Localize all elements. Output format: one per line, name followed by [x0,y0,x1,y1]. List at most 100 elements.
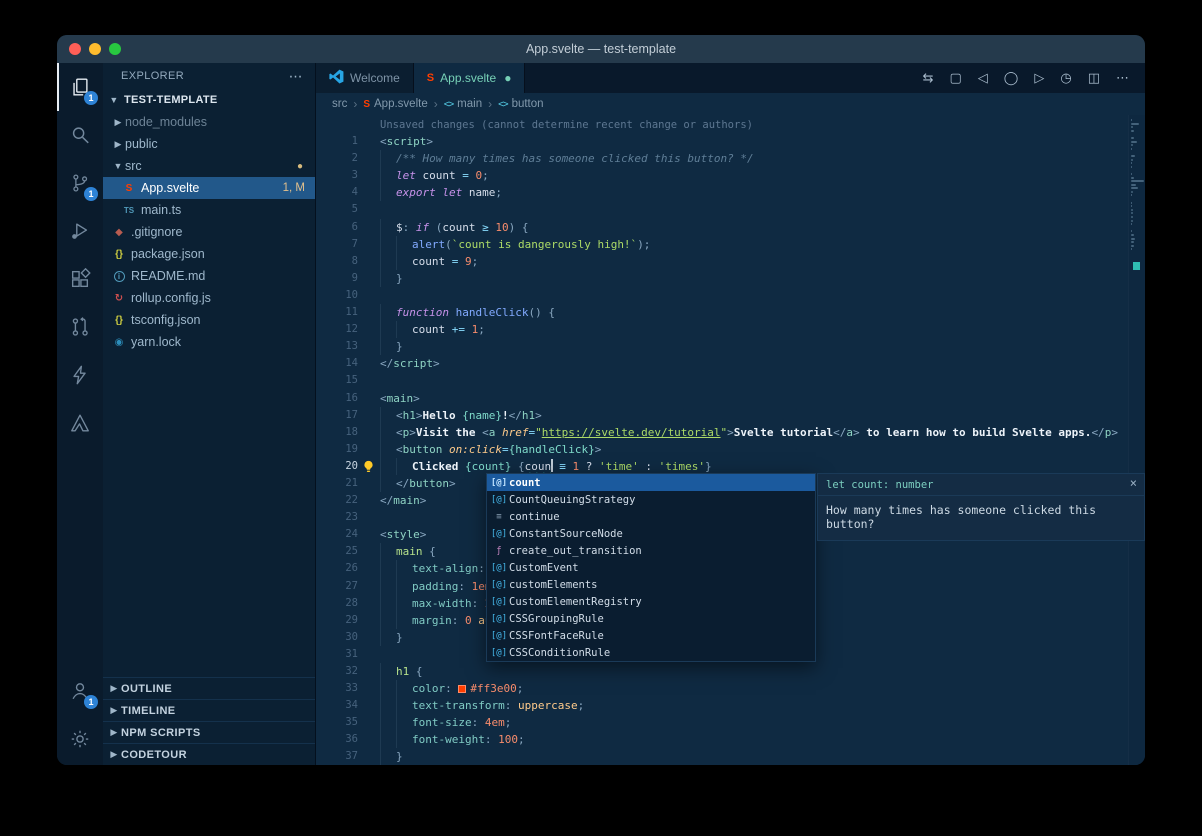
code-line-37[interactable]: 37} [316,748,1145,765]
code-line-10[interactable]: 10 [316,287,1145,304]
code-line-7[interactable]: 7alert(`count is dangerously high!`); [316,236,1145,253]
activity-item-github-pull-requests[interactable] [57,303,103,351]
file-row-rollup.config.js[interactable]: ↻rollup.config.js [103,287,315,309]
activity-item-settings[interactable] [57,715,103,763]
code-line-14[interactable]: 14</script> [316,355,1145,372]
open-file-icon[interactable]: ▢ [950,70,962,86]
code-line-12[interactable]: 12count += 1; [316,321,1145,338]
code-line-4[interactable]: 4export let name; [316,184,1145,201]
breadcrumb-item-app-svelte[interactable]: SApp.svelte [363,98,427,110]
code-line-8[interactable]: 8count = 9; [316,253,1145,270]
folder-row-src[interactable]: ▼src● [103,155,315,177]
code-line-16[interactable]: 16<main> [316,390,1145,407]
tab-app-svelte[interactable]: SApp.svelte● [414,63,526,93]
suggestion-item-CSSConditionRule[interactable]: [@]CSSConditionRule [487,644,815,661]
nav-back-icon[interactable]: ◁ [978,70,988,86]
zoom-window-button[interactable] [109,43,121,55]
minimap-line [1131,144,1133,146]
code-token: Hello [423,409,463,422]
minimize-window-button[interactable] [89,43,101,55]
code-line-5[interactable]: 5 [316,201,1145,218]
activity-item-remote[interactable] [57,351,103,399]
suggestion-item-CountQueuingStrategy[interactable]: [@]CountQueuingStrategy [487,491,815,508]
code-line-3[interactable]: 3let count = 0; [316,167,1145,184]
more-actions-icon[interactable]: ⋯ [289,68,303,85]
split-editor-icon[interactable]: ◫ [1088,70,1100,86]
code-line-11[interactable]: 11function handleClick() { [316,304,1145,321]
file-row-.gitignore[interactable]: ◆.gitignore [103,221,315,243]
minimap-line [1131,230,1132,232]
nav-forward-icon[interactable]: ▷ [1034,70,1044,86]
activity-item-explorer[interactable]: 1 [57,63,103,111]
file-row-yarn.lock[interactable]: ◉yarn.lock [103,331,315,353]
history-icon[interactable]: ◷ [1060,70,1071,86]
sidebar-panel-npm-scripts[interactable]: ▶NPM SCRIPTS [103,721,315,743]
activity-item-extensions[interactable] [57,255,103,303]
code-line-18[interactable]: 18<p>Visit the <a href="https://svelte.d… [316,424,1145,441]
breadcrumb: src›SApp.svelte›<>main›<>button [316,93,1145,115]
file-row-README.md[interactable]: iREADME.md [103,265,315,287]
more-actions-icon[interactable]: ⋯ [1116,70,1129,86]
activity-item-search[interactable] [57,111,103,159]
close-icon[interactable]: × [1130,476,1137,490]
code-line-34[interactable]: 34text-transform: uppercase; [316,697,1145,714]
open-changes-icon[interactable]: ⇆ [923,70,934,86]
code-token: 100 [498,733,518,746]
suggestion-item-CSSGroupingRule[interactable]: [@]CSSGroupingRule [487,610,815,627]
breadcrumb-item-main[interactable]: <>main [444,98,482,110]
suggestion-item-ConstantSourceNode[interactable]: [@]ConstantSourceNode [487,525,815,542]
file-row-main.ts[interactable]: TSmain.ts [103,199,315,221]
code-token: += [452,323,472,336]
code-line-17[interactable]: 17<h1>Hello {name}!</h1> [316,407,1145,424]
minimap-line [1131,137,1134,139]
line-number: 19 [316,441,358,458]
code-line-19[interactable]: 19<button on:click={handleClick}> [316,441,1145,458]
code-line-13[interactable]: 13} [316,338,1145,355]
activity-item-run-debug[interactable] [57,207,103,255]
code-line-2[interactable]: 2/** How many times has someone clicked … [316,150,1145,167]
suggestion-item-count[interactable]: [@]count [487,474,815,491]
activity-item-source-control[interactable]: 1 [57,159,103,207]
suggestion-item-CustomEvent[interactable]: [@]CustomEvent [487,559,815,576]
activity-badge: 1 [84,91,98,105]
activity-bar-bottom: 1 [57,667,103,763]
sidebar-panel-codetour[interactable]: ▶CODETOUR [103,743,315,765]
code-line-33[interactable]: 33color: #ff3e00; [316,680,1145,697]
code-line-36[interactable]: 36font-weight: 100; [316,731,1145,748]
code-token: : [639,460,659,473]
suggestion-item-CustomElementRegistry[interactable]: [@]CustomElementRegistry [487,593,815,610]
code-line-6[interactable]: 6$: if (count ≥ 10) { [316,219,1145,236]
code-editor[interactable]: Unsaved changes (cannot determine recent… [316,115,1145,765]
file-row-tsconfig.json[interactable]: {}tsconfig.json [103,309,315,331]
suggestion-item-CSSFontFaceRule[interactable]: [@]CSSFontFaceRule [487,627,815,644]
suggestion-item-create_out_transition[interactable]: ƒcreate_out_transition [487,542,815,559]
lightbulb-icon[interactable] [362,460,375,473]
folder-row-node_modules[interactable]: ▶node_modules [103,111,315,133]
tab-welcome[interactable]: Welcome [316,63,414,93]
code-line-9[interactable]: 9} [316,270,1145,287]
sidebar-panel-outline[interactable]: ▶OUTLINE [103,677,315,699]
activity-item-azure[interactable] [57,399,103,447]
folder-row-public[interactable]: ▶public [103,133,315,155]
minimap[interactable] [1128,115,1145,765]
code-line-35[interactable]: 35font-size: 4em; [316,714,1145,731]
breadcrumb-item-button[interactable]: <>button [498,98,543,110]
breadcrumb-label: button [512,98,544,110]
file-row-package.json[interactable]: {}package.json [103,243,315,265]
file-row-App.svelte[interactable]: SApp.svelte1, M [103,177,315,199]
suggestion-item-customElements[interactable]: [@]customElements [487,576,815,593]
nav-dot-icon[interactable]: ◯ [1004,70,1019,86]
line-number: 37 [316,748,358,765]
code-token: { [518,460,525,473]
code-token: > [416,409,423,422]
breadcrumb-item-src[interactable]: src [332,98,347,110]
project-section-header[interactable]: ▼ TEST-TEMPLATE [103,89,315,111]
suggestion-item-continue[interactable]: ≡continue [487,508,815,525]
close-window-button[interactable] [69,43,81,55]
sidebar-panel-timeline[interactable]: ▶TIMELINE [103,699,315,721]
code-line-1[interactable]: 1<script> [316,133,1145,150]
activity-item-accounts[interactable]: 1 [57,667,103,715]
symbol-variable-icon: [@] [489,597,509,607]
code-line-15[interactable]: 15 [316,372,1145,389]
code-line-32[interactable]: 32h1 { [316,663,1145,680]
